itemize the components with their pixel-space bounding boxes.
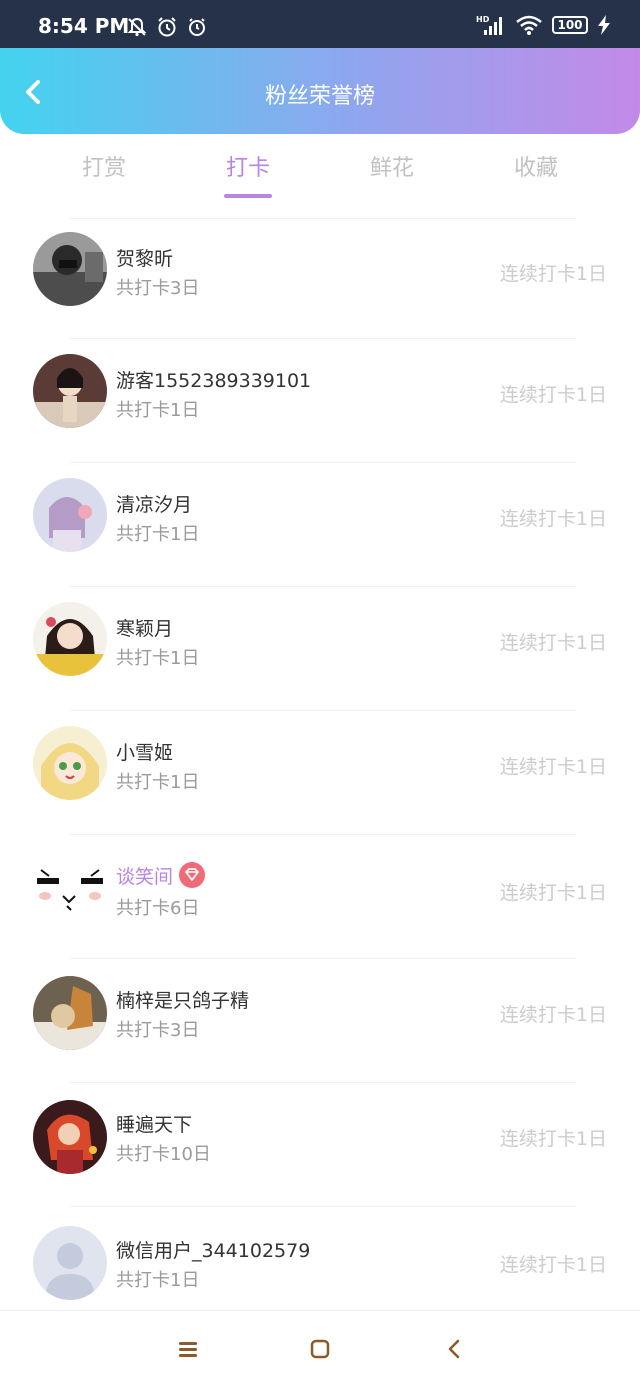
- total-checkins: 共打卡1日: [116, 648, 200, 669]
- notification-off-icon: [126, 16, 148, 38]
- fan-name: 微信用户_344102579: [116, 1240, 311, 1262]
- streak-label: 连续打卡1日: [499, 632, 607, 654]
- page-title: 粉丝荣誉榜: [264, 84, 375, 109]
- back-triangle-icon[interactable]: [440, 1335, 468, 1363]
- avatar[interactable]: [33, 232, 107, 306]
- system-nav-bar: [0, 1310, 640, 1387]
- avatar[interactable]: [33, 850, 107, 924]
- status-time: 8:54 PM: [38, 14, 130, 38]
- list-item[interactable]: 清凉汐月 共打卡1日 连续打卡1日: [0, 466, 640, 590]
- total-checkins: 共打卡1日: [116, 772, 200, 793]
- hd-signal-icon: HD: [476, 14, 506, 36]
- divider: [70, 1082, 576, 1083]
- avatar[interactable]: [33, 976, 107, 1050]
- divider: [70, 338, 576, 339]
- list-item[interactable]: 贺黎昕 共打卡3日 连续打卡1日: [0, 218, 640, 342]
- fan-name: 楠梓是只鸽子精: [116, 990, 250, 1012]
- total-checkins: 共打卡1日: [116, 1270, 200, 1291]
- fan-name: 清凉汐月: [116, 494, 193, 516]
- divider: [70, 586, 576, 587]
- fan-name: 睡遍天下: [116, 1114, 193, 1136]
- tab-checkin[interactable]: 打卡: [188, 150, 308, 182]
- tab-favorites[interactable]: 收藏: [476, 150, 596, 182]
- home-square-icon[interactable]: [306, 1335, 334, 1363]
- tab-flowers[interactable]: 鲜花: [332, 150, 452, 182]
- total-checkins: 共打卡1日: [116, 524, 200, 545]
- streak-label: 连续打卡1日: [499, 263, 607, 285]
- total-checkins: 共打卡3日: [116, 278, 200, 299]
- status-icons: [126, 16, 208, 38]
- streak-label: 连续打卡1日: [499, 1254, 607, 1276]
- tab-reward[interactable]: 打赏: [44, 150, 164, 182]
- list-item[interactable]: 小雪姬 共打卡1日 连续打卡1日: [0, 714, 640, 838]
- avatar[interactable]: [33, 478, 107, 552]
- header: 粉丝荣誉榜: [0, 48, 640, 134]
- streak-label: 连续打卡1日: [499, 756, 607, 778]
- avatar[interactable]: [33, 602, 107, 676]
- fan-name: 谈笑间: [116, 862, 206, 889]
- active-tab-indicator: [224, 194, 272, 198]
- divider: [70, 834, 576, 835]
- alarm-icon: [156, 16, 178, 38]
- menu-icon[interactable]: [174, 1335, 202, 1363]
- streak-label: 连续打卡1日: [499, 384, 607, 406]
- fan-name-text: 谈笑间: [116, 866, 174, 888]
- fan-name: 小雪姬: [116, 742, 174, 764]
- total-checkins: 共打卡1日: [116, 400, 200, 421]
- list-item[interactable]: 楠梓是只鸽子精 共打卡3日 连续打卡1日: [0, 962, 640, 1086]
- avatar[interactable]: [33, 1226, 107, 1300]
- streak-label: 连续打卡1日: [499, 1128, 607, 1150]
- list-item[interactable]: 睡遍天下 共打卡10日 连续打卡1日: [0, 1086, 640, 1210]
- battery-icon: 100: [552, 16, 588, 34]
- divider: [70, 462, 576, 463]
- list-item[interactable]: 游客1552389339101 共打卡1日 连续打卡1日: [0, 342, 640, 466]
- svg-text:HD: HD: [476, 15, 490, 24]
- list-item[interactable]: 寒颖月 共打卡1日 连续打卡1日: [0, 590, 640, 714]
- total-checkins: 共打卡3日: [116, 1020, 200, 1041]
- list-item[interactable]: 谈笑间 共打卡6日 连续打卡1日: [0, 838, 640, 962]
- divider: [70, 958, 576, 959]
- avatar[interactable]: [33, 1100, 107, 1174]
- total-checkins: 共打卡10日: [116, 1144, 211, 1165]
- tab-bar: 打赏 打卡 鲜花 收藏: [0, 134, 640, 206]
- total-checkins: 共打卡6日: [116, 898, 200, 919]
- vip-diamond-icon: [179, 862, 206, 888]
- charging-icon: [598, 15, 610, 35]
- wifi-icon: [516, 15, 542, 35]
- fan-name: 贺黎昕: [116, 248, 174, 270]
- status-bar: 8:54 PM HD 100: [0, 0, 640, 48]
- avatar[interactable]: [33, 354, 107, 428]
- divider: [70, 710, 576, 711]
- status-right: HD 100: [476, 14, 610, 36]
- alarm-icon: [186, 16, 208, 38]
- fan-name: 游客1552389339101: [116, 370, 312, 392]
- fan-name: 寒颖月: [116, 618, 174, 640]
- divider: [70, 1206, 576, 1207]
- avatar[interactable]: [33, 726, 107, 800]
- streak-label: 连续打卡1日: [499, 882, 607, 904]
- streak-label: 连续打卡1日: [499, 508, 607, 530]
- streak-label: 连续打卡1日: [499, 1004, 607, 1026]
